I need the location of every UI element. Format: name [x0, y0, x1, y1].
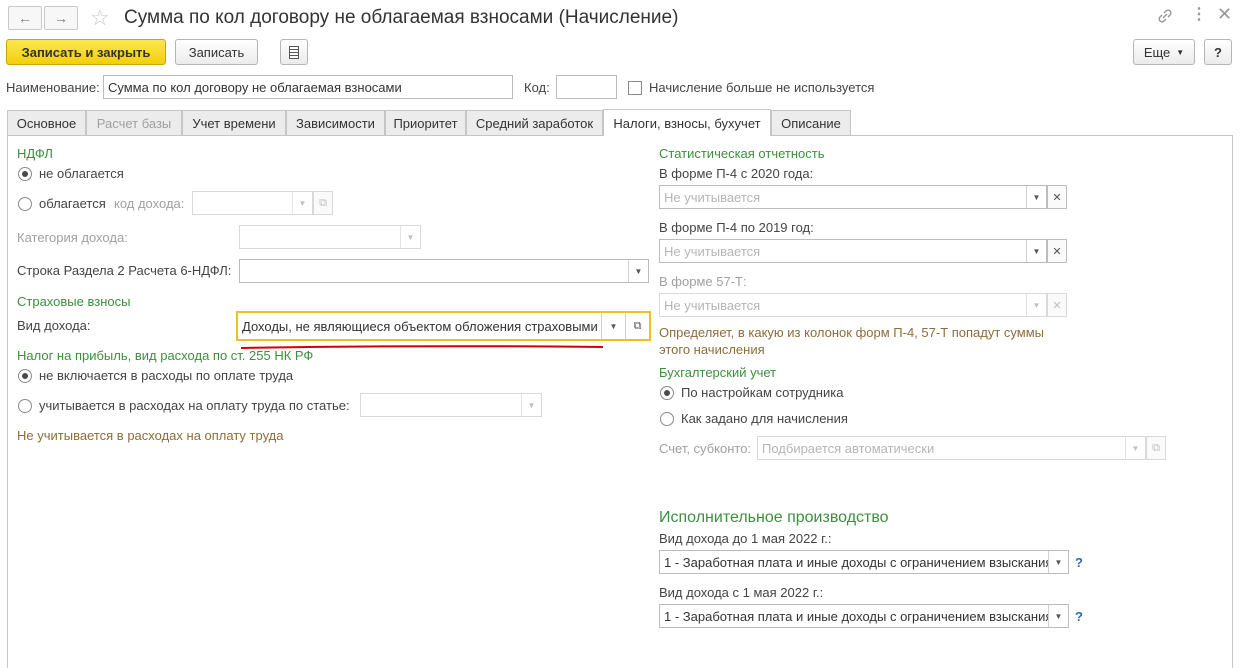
income-code-label: код дохода:: [114, 196, 185, 211]
row6-label: Строка Раздела 2 Расчета 6-НДФЛ:: [17, 263, 232, 278]
open-icon[interactable]: ⧉: [1146, 436, 1166, 460]
more-label: Еще: [1143, 44, 1171, 60]
account-label: Счет, субконто:: [659, 441, 752, 456]
chevron-down-icon: ▼: [1176, 47, 1185, 57]
more-button[interactable]: Еще ▼: [1133, 39, 1195, 65]
tab-taxes[interactable]: Налоги, взносы, бухучет: [603, 109, 771, 136]
help-button[interactable]: ?: [1204, 39, 1232, 65]
p4-2019-label: В форме П-4 по 2019 год:: [659, 220, 814, 235]
chevron-down-icon[interactable]: ▼: [1125, 437, 1145, 459]
tab-dependencies[interactable]: Зависимости: [286, 110, 385, 135]
code-input[interactable]: [556, 75, 617, 99]
tab-main[interactable]: Основное: [7, 110, 86, 135]
accounting-heading: Бухгалтерский учет: [659, 365, 777, 380]
profit-tax-heading: Налог на прибыль, вид расхода по ст. 255…: [17, 348, 314, 363]
chevron-down-icon[interactable]: ▼: [292, 192, 312, 214]
ndfl-not-taxed-radio[interactable]: [18, 167, 32, 181]
tab-base-calc[interactable]: Расчет базы: [86, 110, 182, 135]
enforcement-heading: Исполнительное производство: [659, 509, 889, 526]
profit-included-radio[interactable]: [18, 399, 32, 413]
arrow-left-icon: ←: [18, 10, 32, 26]
back-button[interactable]: ←: [8, 6, 42, 30]
enforcement-after-value: 1 - Заработная плата и иные доходы с огр…: [664, 608, 1048, 624]
p4-2019-value: Не учитывается: [664, 243, 761, 259]
stats-note: Определяет, в какую из колонок форм П-4,…: [659, 325, 1045, 357]
profit-tax-note: Не учитывается в расходах на оплату труд…: [17, 428, 284, 443]
save-and-close-button[interactable]: Записать и закрыть: [6, 39, 166, 65]
ndfl-not-taxed-label: не облагается: [39, 166, 124, 181]
income-category-select[interactable]: ▼: [239, 225, 421, 249]
p4-2020-value: Не учитывается: [664, 189, 761, 205]
chevron-down-icon[interactable]: ▼: [601, 313, 625, 339]
account-select[interactable]: Подбирается автоматически ▼: [757, 436, 1146, 460]
unused-label: Начисление больше не используется: [649, 80, 875, 95]
tab-description[interactable]: Описание: [771, 110, 851, 135]
name-label: Наименование:: [6, 80, 100, 95]
chevron-down-icon[interactable]: ▼: [521, 394, 541, 416]
ndfl-taxed-label: облагается: [39, 196, 106, 211]
chevron-down-icon[interactable]: ▼: [628, 260, 648, 282]
ndfl-heading: НДФЛ: [17, 146, 53, 161]
open-icon[interactable]: ⧉: [625, 313, 649, 339]
chevron-down-icon[interactable]: ▼: [1048, 551, 1068, 573]
code-label: Код:: [524, 80, 550, 95]
clear-icon[interactable]: ✕: [1047, 239, 1067, 263]
chevron-down-icon[interactable]: ▼: [1048, 605, 1068, 627]
income-code-select[interactable]: ▼: [192, 191, 313, 215]
profit-included-label: учитывается в расходах на оплату труда п…: [39, 398, 350, 413]
enforcement-before-label: Вид дохода до 1 мая 2022 г.:: [659, 531, 832, 546]
accounting-by-employee-label: По настройкам сотрудника: [681, 385, 844, 400]
t57-label: В форме 57-Т:: [659, 274, 747, 289]
insurance-heading: Страховые взносы: [17, 294, 131, 309]
chevron-down-icon[interactable]: ▼: [1026, 294, 1046, 316]
close-icon[interactable]: ✕: [1217, 4, 1232, 25]
enforcement-before-select[interactable]: 1 - Заработная плата и иные доходы с огр…: [659, 550, 1069, 574]
stats-heading: Статистическая отчетность: [659, 146, 825, 161]
accounting-as-set-label: Как задано для начисления: [681, 411, 848, 426]
save-button[interactable]: Записать: [175, 39, 258, 65]
chevron-down-icon[interactable]: ▼: [1026, 240, 1046, 262]
account-value: Подбирается автоматически: [762, 440, 935, 456]
clear-icon[interactable]: ✕: [1047, 185, 1067, 209]
ndfl-taxed-radio[interactable]: [18, 197, 32, 211]
link-icon[interactable]: [1156, 7, 1174, 25]
row6-select[interactable]: ▼: [239, 259, 649, 283]
unused-checkbox[interactable]: [628, 81, 642, 95]
p4-2019-select[interactable]: Не учитывается ▼: [659, 239, 1047, 263]
p4-2020-select[interactable]: Не учитывается ▼: [659, 185, 1047, 209]
clear-icon[interactable]: ✕: [1047, 293, 1067, 317]
open-icon[interactable]: ⧉: [313, 191, 333, 215]
enforcement-after-label: Вид дохода с 1 мая 2022 г.:: [659, 585, 824, 600]
enforcement-after-select[interactable]: 1 - Заработная плата и иные доходы с огр…: [659, 604, 1069, 628]
insurance-income-type-label: Вид дохода:: [17, 318, 91, 333]
vertical-dots-icon[interactable]: ⋮: [1191, 6, 1207, 24]
arrow-right-icon: →: [54, 10, 68, 26]
document-list-icon: [289, 45, 299, 59]
insurance-income-type-value: Доходы, не являющиеся объектом обложения…: [242, 318, 598, 334]
enforcement-before-help[interactable]: ?: [1075, 555, 1083, 570]
chevron-down-icon[interactable]: ▼: [1026, 186, 1046, 208]
report-button[interactable]: [280, 39, 308, 65]
name-input[interactable]: Сумма по кол договору не облагаемая взно…: [103, 75, 513, 99]
income-category-label: Категория дохода:: [17, 230, 128, 245]
t57-select[interactable]: Не учитывается ▼: [659, 293, 1047, 317]
profit-article-select[interactable]: ▼: [360, 393, 542, 417]
profit-not-included-label: не включается в расходы по оплате труда: [39, 368, 294, 383]
enforcement-before-value: 1 - Заработная плата и иные доходы с огр…: [664, 554, 1048, 570]
window-title: Сумма по кол договору не облагаемая взно…: [124, 7, 679, 28]
enforcement-after-help[interactable]: ?: [1075, 609, 1083, 624]
name-value: Сумма по кол договору не облагаемая взно…: [108, 79, 402, 95]
t57-value: Не учитывается: [664, 297, 761, 313]
chevron-down-icon[interactable]: ▼: [400, 226, 420, 248]
accounting-by-employee-radio[interactable]: [660, 386, 674, 400]
profit-not-included-radio[interactable]: [18, 369, 32, 383]
p4-2020-label: В форме П-4 с 2020 года:: [659, 166, 814, 181]
forward-button[interactable]: →: [44, 6, 78, 30]
star-icon[interactable]: ☆: [90, 5, 110, 31]
tab-time[interactable]: Учет времени: [182, 110, 286, 135]
tab-average-earnings[interactable]: Средний заработок: [466, 110, 603, 135]
highlight-underline: [240, 337, 604, 349]
accounting-as-set-radio[interactable]: [660, 412, 674, 426]
tab-priority[interactable]: Приоритет: [385, 110, 466, 135]
